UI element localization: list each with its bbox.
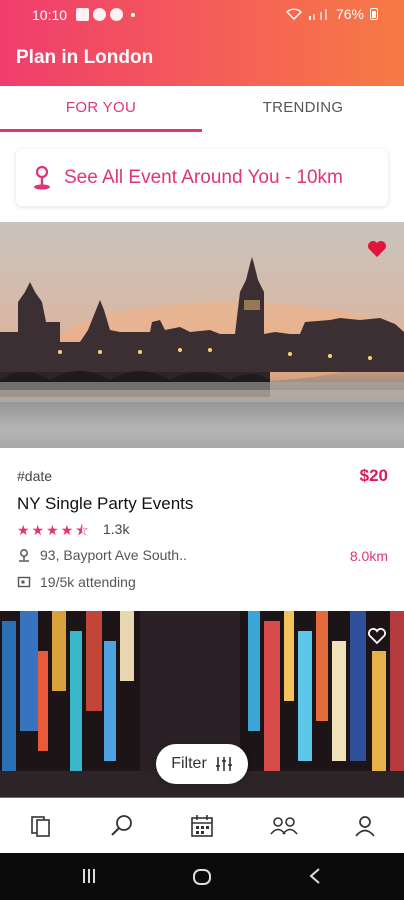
bottom-nav (0, 797, 404, 853)
sliders-icon (215, 757, 232, 771)
event-attending: 19/5k attending (17, 574, 136, 590)
search-icon[interactable] (109, 813, 135, 839)
favorite-outline-icon[interactable] (367, 627, 387, 645)
event-attending-text: 19/5k attending (40, 574, 136, 590)
ticket-icon (17, 576, 31, 588)
event-rating-stars: ★★★★⯪ (17, 522, 91, 538)
back-icon[interactable] (308, 867, 322, 885)
event-address: 93, Bayport Ave South.. (17, 547, 187, 563)
system-nav-bar (0, 853, 404, 900)
event-distance: 8.0km (349, 548, 388, 564)
london-skyline-image (0, 257, 404, 448)
app-header: 10:10 76% Plan in London (0, 0, 404, 86)
event-address-text: 93, Bayport Ave South.. (40, 547, 187, 563)
groups-icon[interactable] (269, 813, 299, 839)
profile-icon[interactable] (352, 813, 378, 839)
location-icon (19, 549, 29, 562)
tab-trending[interactable]: TRENDING (202, 86, 404, 132)
status-bar: 10:10 76% (0, 0, 404, 30)
tab-for-you[interactable]: FOR YOU (0, 86, 202, 132)
battery-percent: 76% (335, 6, 364, 22)
tab-bar: FOR YOU TRENDING (0, 86, 404, 132)
signal-icon (308, 9, 327, 20)
messenger-icon (110, 8, 123, 21)
status-right: 76% (285, 6, 378, 22)
event-rating-count: 1.3k (103, 521, 130, 537)
calendar-icon[interactable] (189, 813, 215, 839)
home-icon[interactable] (192, 867, 212, 887)
filter-label: Filter (171, 755, 207, 772)
event-title[interactable]: NY Single Party Events (17, 494, 193, 514)
event-date-tag: #date (17, 468, 53, 484)
battery-icon (370, 8, 378, 20)
event-price: $20 (359, 466, 388, 485)
see-all-events-label: See All Event Around You - 10km (64, 166, 343, 188)
notification-icons (76, 8, 135, 21)
favorite-heart-icon[interactable] (367, 240, 387, 258)
see-all-events-button[interactable]: See All Event Around You - 10km (16, 149, 388, 206)
event-image[interactable] (0, 222, 404, 448)
gallery-icon (76, 8, 89, 21)
location-pin-icon (34, 165, 50, 190)
phone-icon (93, 8, 106, 21)
recent-apps-icon[interactable] (80, 867, 98, 885)
events-icon[interactable] (28, 813, 54, 839)
status-time: 10:10 (32, 7, 68, 23)
wifi-icon (285, 8, 302, 20)
app-screen: 10:10 76% Plan in London FOR YOU TRENDIN… (0, 0, 404, 900)
more-notifications-icon (131, 13, 135, 17)
filter-button[interactable]: Filter (156, 744, 248, 784)
tab-indicator (0, 129, 202, 132)
app-title: Plan in London (16, 47, 154, 68)
